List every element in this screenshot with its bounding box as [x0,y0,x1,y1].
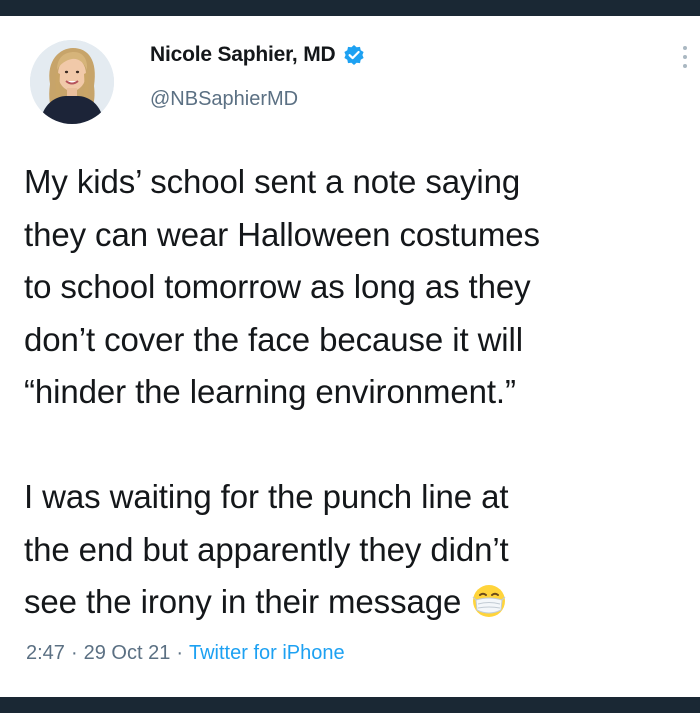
meta-separator: · [176,642,183,664]
bottom-frame-band [0,697,700,713]
tweet-meta: 2:47 · 29 Oct 21 · Twitter for iPhone [26,642,345,665]
author-handle[interactable]: @NBSaphierMD [150,88,298,111]
profile-photo-icon [30,40,114,124]
tweet-body: My kids’ school sent a note saying they … [24,156,684,629]
more-options-icon[interactable] [680,44,690,70]
author-display-name[interactable]: Nicole Saphier, MD [150,43,336,67]
tweet-time[interactable]: 2:47 [26,642,65,665]
tweet-card[interactable]: Nicole Saphier, MD @NBSaphierMD My kids’… [0,16,700,697]
verified-badge-icon [344,45,365,65]
avatar[interactable] [30,40,114,124]
tweet-source[interactable]: Twitter for iPhone [189,642,345,665]
meta-separator: · [70,642,78,664]
author-name-row[interactable]: Nicole Saphier, MD [150,40,365,70]
tweet-date[interactable]: 29 Oct 21 [84,642,171,665]
top-frame-band [0,0,700,16]
tweet-text: My kids’ school sent a note saying they … [24,163,540,620]
face-with-medical-mask-icon [472,585,506,617]
